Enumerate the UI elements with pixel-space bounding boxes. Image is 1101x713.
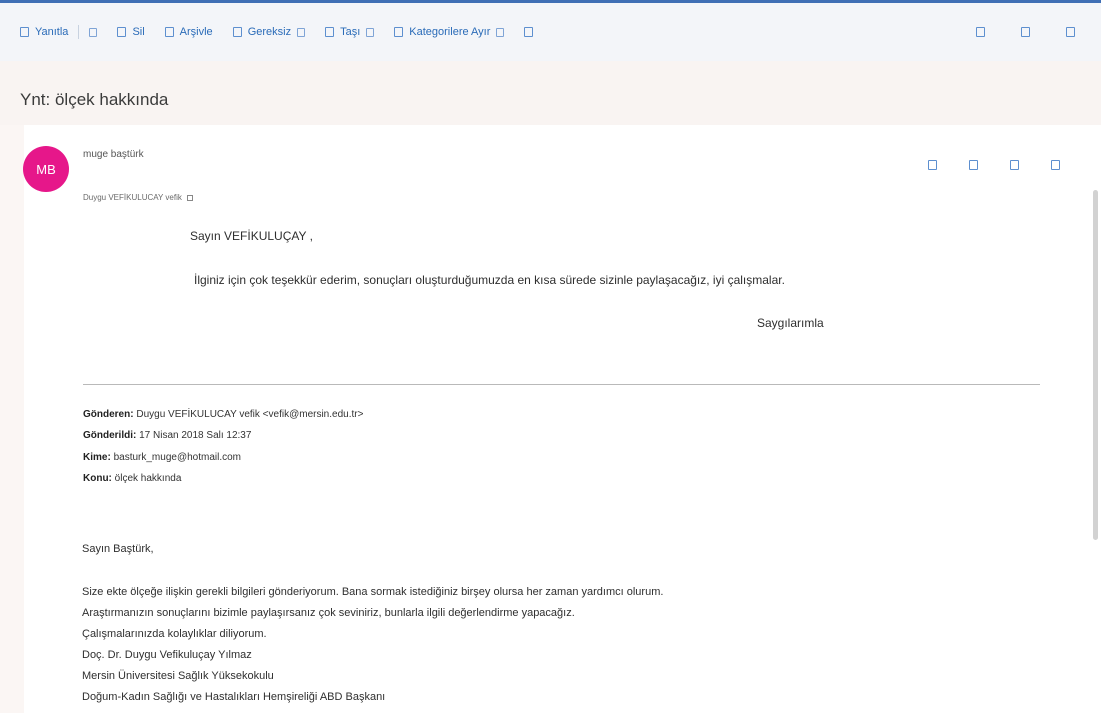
signature-name: Doç. Dr. Duygu Vefikuluçay Yılmaz <box>82 649 252 661</box>
more-options-icon[interactable] <box>1051 160 1060 170</box>
reply-greeting: Sayın VEFİKULUÇAY , <box>190 229 313 243</box>
reply-label: Yanıtla <box>35 26 69 38</box>
original-body-line: Araştırmanızın sonuçlarını bizimle payla… <box>82 607 575 619</box>
to-label: Kime: <box>83 452 111 463</box>
sent-value: 17 Nisan 2018 Salı 12:37 <box>139 430 252 441</box>
recipient-name[interactable]: Duygu VEFİKULUCAY vefik <box>83 193 182 202</box>
junk-label: Gereksiz <box>247 26 292 38</box>
reply-options-chevron-icon[interactable] <box>89 27 98 37</box>
quote-separator <box>83 384 1040 385</box>
scrollbar[interactable] <box>1093 190 1098 540</box>
original-greeting: Sayın Baştürk, <box>82 543 154 555</box>
original-from: Gönderen: Duygu VEFİKULUCAY vefik <vefik… <box>83 409 363 420</box>
sender-name[interactable]: muge baştürk <box>83 149 144 160</box>
forward-icon[interactable] <box>1010 160 1019 170</box>
recipient-more-icon[interactable] <box>186 194 193 201</box>
original-sent: Gönderildi: 17 Nisan 2018 Salı 12:37 <box>83 430 251 441</box>
avatar-initials: MB <box>36 161 56 177</box>
expand-icon <box>1021 27 1030 37</box>
original-body-line: Çalışmalarınızda kolaylıklar diliyorum. <box>82 628 267 640</box>
categorize-chevron-down-icon <box>496 27 505 37</box>
delete-label: Sil <box>132 26 145 38</box>
recipient-line: Duygu VEFİKULUCAY vefik <box>83 193 193 202</box>
reply-icon[interactable] <box>928 160 937 170</box>
from-value: Duygu VEFİKULUCAY vefik <vefik@mersin.ed… <box>136 409 364 420</box>
message-card <box>24 129 1086 713</box>
archive-icon <box>164 27 174 37</box>
move-chevron-down-icon <box>366 27 375 37</box>
archive-button[interactable]: Arşivle <box>164 26 213 38</box>
move-label: Taşı <box>340 26 361 38</box>
sent-label: Gönderildi: <box>83 430 137 441</box>
original-subject: Konu: ölçek hakkında <box>83 473 181 484</box>
to-value: basturk_muge@hotmail.com <box>113 452 242 463</box>
archive-label: Arşivle <box>179 26 213 38</box>
categorize-button[interactable]: Kategorilere Ayır <box>394 26 505 38</box>
close-icon <box>1066 27 1075 37</box>
move-button[interactable]: Taşı <box>325 26 375 38</box>
message-actions <box>928 160 1060 170</box>
signature-institution: Mersin Üniversitesi Sağlık Yüksekokulu <box>82 670 274 682</box>
trash-icon <box>117 27 127 37</box>
toolbar: Yanıtla Sil Arşivle Gereksiz Taşı Katego… <box>0 3 1101 61</box>
toolbar-divider <box>78 25 80 39</box>
reply-body: İlginiz için çok teşekkür ederim, sonuçl… <box>194 273 785 287</box>
reply-button[interactable]: Yanıtla <box>20 26 68 38</box>
junk-button[interactable]: Gereksiz <box>232 26 306 38</box>
junk-chevron-down-icon <box>297 27 306 37</box>
subject-bar: Ynt: ölçek hakkında <box>0 61 1101 125</box>
delete-button[interactable]: Sil <box>117 26 145 38</box>
subject-label: Konu: <box>83 473 112 484</box>
reply-icon <box>20 27 29 37</box>
more-icon <box>524 27 534 37</box>
message-subject: Ynt: ölçek hakkında <box>20 90 169 109</box>
reading-pane-margin <box>0 125 24 713</box>
reply-closing: Saygılarımla <box>757 316 824 330</box>
tag-icon <box>394 27 404 37</box>
original-to: Kime: basturk_muge@hotmail.com <box>83 452 241 463</box>
signature-title: Doğum-Kadın Sağlığı ve Hastalıkları Hemş… <box>82 691 386 703</box>
junk-icon <box>232 27 242 37</box>
close-button[interactable] <box>1066 27 1075 37</box>
original-body-line: Size ekte ölçeğe ilişkin gerekli bilgile… <box>82 586 664 598</box>
categorize-label: Kategorilere Ayır <box>409 26 491 38</box>
from-label: Gönderen: <box>83 409 134 420</box>
undo-icon <box>976 27 985 37</box>
more-actions-button[interactable] <box>524 27 534 37</box>
expand-button[interactable] <box>1021 27 1030 37</box>
folder-move-icon <box>325 27 335 37</box>
undo-button[interactable] <box>976 27 985 37</box>
subject-value: ölçek hakkında <box>114 473 182 484</box>
reply-all-icon[interactable] <box>969 160 978 170</box>
avatar[interactable]: MB <box>23 146 69 192</box>
